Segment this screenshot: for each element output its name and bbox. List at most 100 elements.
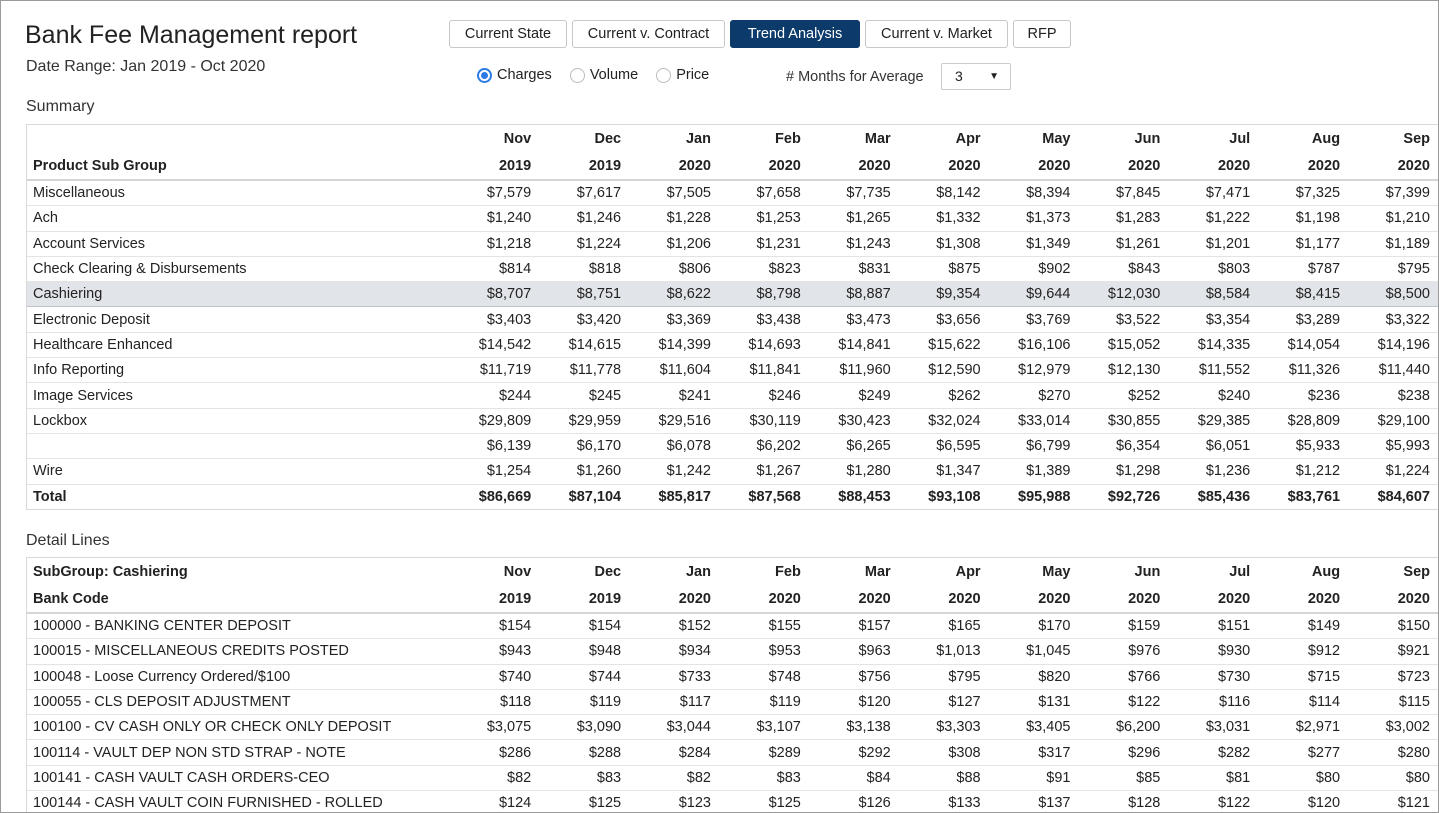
summary-table-row[interactable]: Ach $1,240 $1,246 $1,228 $1,253 $1,265 $1,332 $… [27, 205, 1438, 232]
detail-table-row[interactable]: 100100 - CV CASH ONLY OR CHECK ONLY DEPO… [27, 714, 1438, 741]
value-cell: $252 [1079, 382, 1170, 409]
value-cell: $7,579 [450, 180, 541, 207]
row-label: 100055 - CLS DEPOSIT ADJUSTMENT [27, 689, 451, 716]
value-cell: $245 [540, 382, 631, 409]
detail-table-row[interactable]: 100141 - CASH VAULT CASH ORDERS-CEO $82 $8… [27, 765, 1438, 792]
value-cell: $16,106 [989, 332, 1080, 359]
total-value-cell: $84,607 [1377, 488, 1430, 505]
summary-table-row[interactable]: Cashiering $8,707 $8,751 $8,622 $8,798 $8,887… [27, 281, 1438, 308]
value-cell: $296 [1079, 739, 1170, 766]
value-cell: $15,052 [1079, 332, 1170, 359]
radio-selected-icon[interactable] [477, 67, 492, 83]
row-label: 100100 - CV CASH ONLY OR CHECK ONLY DEPO… [27, 714, 451, 741]
value-cell: $262 [899, 382, 990, 409]
summary-table-row[interactable]: Electronic Deposit $3,403 $3,420 $3,369 $3,4… [27, 306, 1438, 333]
value-cell: $7,505 [630, 180, 720, 207]
value-cell: $3,656 [899, 306, 990, 333]
summary-table-row[interactable]: Healthcare Enhanced $14,542 $14,615 $14,399… [27, 332, 1438, 359]
value-cell: $280 [1349, 739, 1438, 766]
value-cell: $912 [1259, 638, 1350, 665]
value-cell: $803 [1169, 256, 1260, 283]
column-header-month: Jun [1134, 563, 1161, 580]
detail-table-row[interactable]: 100015 - MISCELLANEOUS CREDITS POSTED $94… [27, 638, 1438, 665]
tab-current-state[interactable]: Current State [449, 20, 567, 48]
column-header-year: 2020 [809, 585, 900, 614]
detail-table-row[interactable]: 100000 - BANKING CENTER DEPOSIT $154 $154 $… [27, 613, 1438, 640]
value-cell: $3,090 [540, 714, 631, 741]
radio-charges-label: Charges [497, 67, 552, 83]
summary-table-row[interactable]: Check Clearing & Disbursements $814 $818 $8… [27, 256, 1438, 283]
value-cell: $30,119 [719, 408, 810, 434]
column-header-year: 2020 [1079, 585, 1170, 614]
value-cell: $6,139 [450, 433, 541, 460]
months-average-select[interactable]: 3 ▼ [941, 63, 1011, 90]
value-cell: $1,349 [989, 231, 1080, 257]
summary-table-row[interactable]: Info Reporting $11,719 $11,778 $11,604 $11,8… [27, 357, 1438, 384]
column-header-year: 2020 [1079, 152, 1170, 181]
total-value-cell: $88,453 [838, 488, 891, 505]
value-cell: $2,971 [1259, 714, 1350, 741]
value-cell: $1,231 [719, 231, 810, 257]
value-cell: $3,107 [719, 714, 810, 741]
value-cell: $83 [540, 765, 631, 792]
column-header-year: 2020 [1259, 585, 1350, 614]
radio-price[interactable]: Price [656, 67, 709, 83]
value-cell: $33,014 [989, 408, 1080, 434]
value-cell: $28,809 [1259, 408, 1350, 434]
tab-trend-analysis[interactable]: Trend Analysis [730, 20, 860, 48]
value-cell: $818 [540, 256, 631, 283]
value-cell: $154 [450, 613, 541, 640]
detail-table-row[interactable]: 100144 - CASH VAULT COIN FURNISHED - ROL… [27, 790, 1438, 812]
radio-volume[interactable]: Volume [569, 67, 638, 83]
tab-rfp[interactable]: RFP [1013, 20, 1071, 48]
value-cell: $8,584 [1169, 281, 1260, 308]
column-header-year: 2020 [719, 585, 810, 614]
radio-charges[interactable]: Charges [477, 67, 552, 83]
radio-unselected-icon[interactable] [569, 67, 585, 83]
value-cell: $246 [719, 382, 810, 409]
value-cell: $1,280 [809, 458, 900, 485]
value-cell: $1,347 [899, 458, 990, 485]
value-cell: $122 [1169, 790, 1260, 812]
value-cell: $11,604 [630, 357, 720, 384]
column-header-month: Jul [1229, 563, 1251, 580]
value-cell: $7,471 [1169, 180, 1260, 207]
summary-table-row[interactable]: Miscellaneous $7,579 $7,617 $7,505 $7,658 $7,… [27, 180, 1438, 207]
value-cell: $1,189 [1349, 231, 1438, 257]
value-cell: $14,841 [809, 332, 900, 359]
value-cell: $80 [1259, 765, 1350, 792]
value-cell: $7,735 [809, 180, 900, 207]
tab-current-v-contract[interactable]: Current v. Contract [572, 20, 725, 48]
value-cell: $82 [450, 765, 541, 792]
value-cell: $3,405 [989, 714, 1080, 741]
row-label: Ach [27, 205, 451, 232]
row-label: Electronic Deposit [27, 306, 451, 333]
column-header-month: Jan [685, 563, 711, 580]
value-cell: $1,373 [989, 205, 1080, 232]
value-cell: $795 [899, 664, 990, 690]
value-cell: $1,224 [540, 231, 631, 257]
detail-table-row[interactable]: 100114 - VAULT DEP NON STD STRAP - NOTE $… [27, 739, 1438, 766]
detail-table-row[interactable]: 100055 - CLS DEPOSIT ADJUSTMENT $118 $119 $… [27, 689, 1438, 716]
value-cell: $1,224 [1349, 458, 1438, 485]
value-cell: $241 [630, 382, 720, 409]
summary-table-row[interactable]: Wire $1,254 $1,260 $1,242 $1,267 $1,280 $1,347… [27, 458, 1438, 485]
value-cell: $7,325 [1259, 180, 1350, 207]
summary-table-row[interactable]: Lockbox $29,809 $29,959 $29,516 $30,119 $30,4… [27, 408, 1438, 434]
value-cell: $84 [809, 765, 900, 792]
row-label: Info Reporting [27, 357, 451, 384]
radio-price-label: Price [676, 67, 710, 83]
value-cell: $14,196 [1349, 332, 1438, 359]
summary-table-row[interactable]: Account Services $1,218 $1,224 $1,206 $1,231… [27, 231, 1438, 257]
detail-table-row[interactable]: 100048 - Loose Currency Ordered/$100 $740… [27, 664, 1438, 690]
total-value-cell: $87,568 [748, 488, 801, 505]
value-cell: $8,415 [1259, 281, 1350, 308]
summary-table-row[interactable]: Image Services $244 $245 $241 $246 $249 $262 $2… [27, 382, 1438, 409]
summary-table-row[interactable]: $6,139 $6,170 $6,078 $6,202 $6,265 $6,595 $6,7… [27, 433, 1438, 460]
value-cell: $29,809 [450, 408, 541, 434]
tab-current-v-market[interactable]: Current v. Market [865, 20, 1008, 48]
value-cell: $921 [1349, 638, 1438, 665]
value-cell: $806 [630, 256, 720, 283]
value-cell: $8,500 [1349, 281, 1438, 308]
radio-unselected-icon[interactable] [656, 67, 672, 83]
